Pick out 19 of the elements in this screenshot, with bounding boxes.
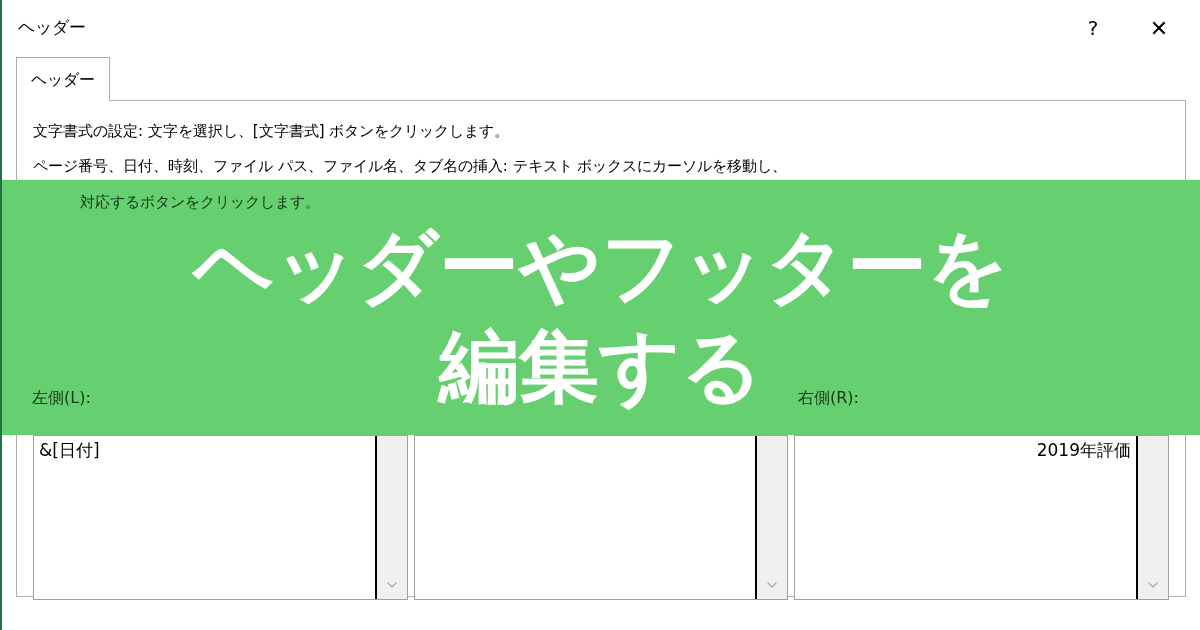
text-area[interactable]: 2019年評価: [794, 435, 1169, 600]
instruction-text: 対応するボタンをクリックします。: [79, 192, 320, 213]
field-text: &[日付]: [39, 440, 100, 460]
scrollbar[interactable]: [1138, 436, 1168, 599]
text-area[interactable]: &[日付]: [33, 435, 408, 600]
instruction-text: 文字書式の設定: 文字を選択し、[文字書式] ボタンをクリックします。: [33, 121, 511, 142]
banner-title: ヘッダーやフッターを: [193, 219, 1009, 315]
section-label: 右側(R):: [798, 387, 860, 409]
section-label: 左側(L):: [32, 387, 91, 409]
scrollbar[interactable]: [376, 436, 407, 599]
window-title: ヘッダー: [18, 16, 87, 40]
scrollbar[interactable]: [757, 436, 788, 599]
banner-title: 編集する: [439, 319, 763, 415]
tab[interactable]: ヘッダー: [16, 57, 110, 101]
field-text: 2019年評価: [1036, 440, 1131, 460]
text-area[interactable]: [413, 435, 789, 600]
close-button[interactable]: ✕: [1134, 8, 1184, 48]
help-button[interactable]: ?: [1068, 8, 1118, 48]
instruction-text: ページ番号、日付、時刻、ファイル パス、ファイル名、タブ名の挿入: テキスト ボックスにカーソルを移動し、: [33, 156, 789, 177]
